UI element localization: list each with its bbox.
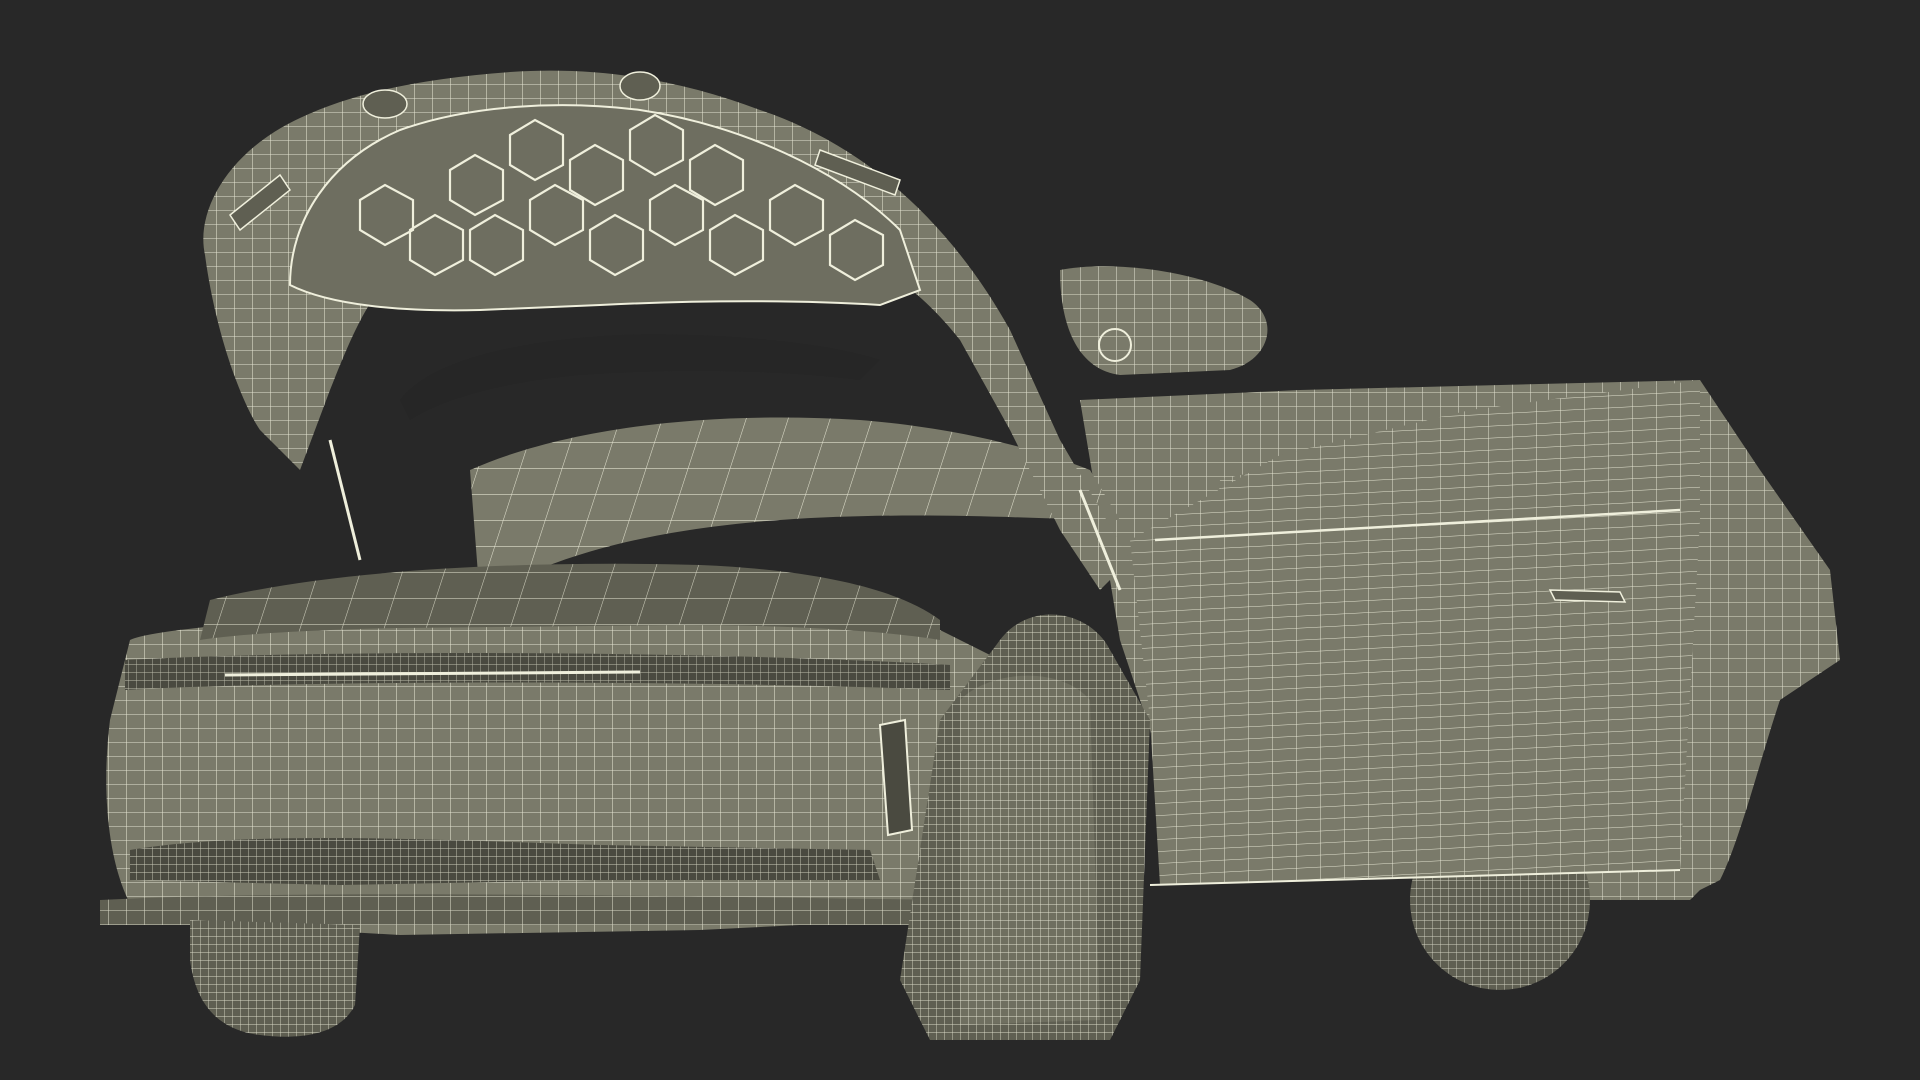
render-viewport — [0, 0, 1920, 1080]
wireframe-car-render — [0, 0, 1920, 1080]
front-body — [100, 563, 1010, 935]
